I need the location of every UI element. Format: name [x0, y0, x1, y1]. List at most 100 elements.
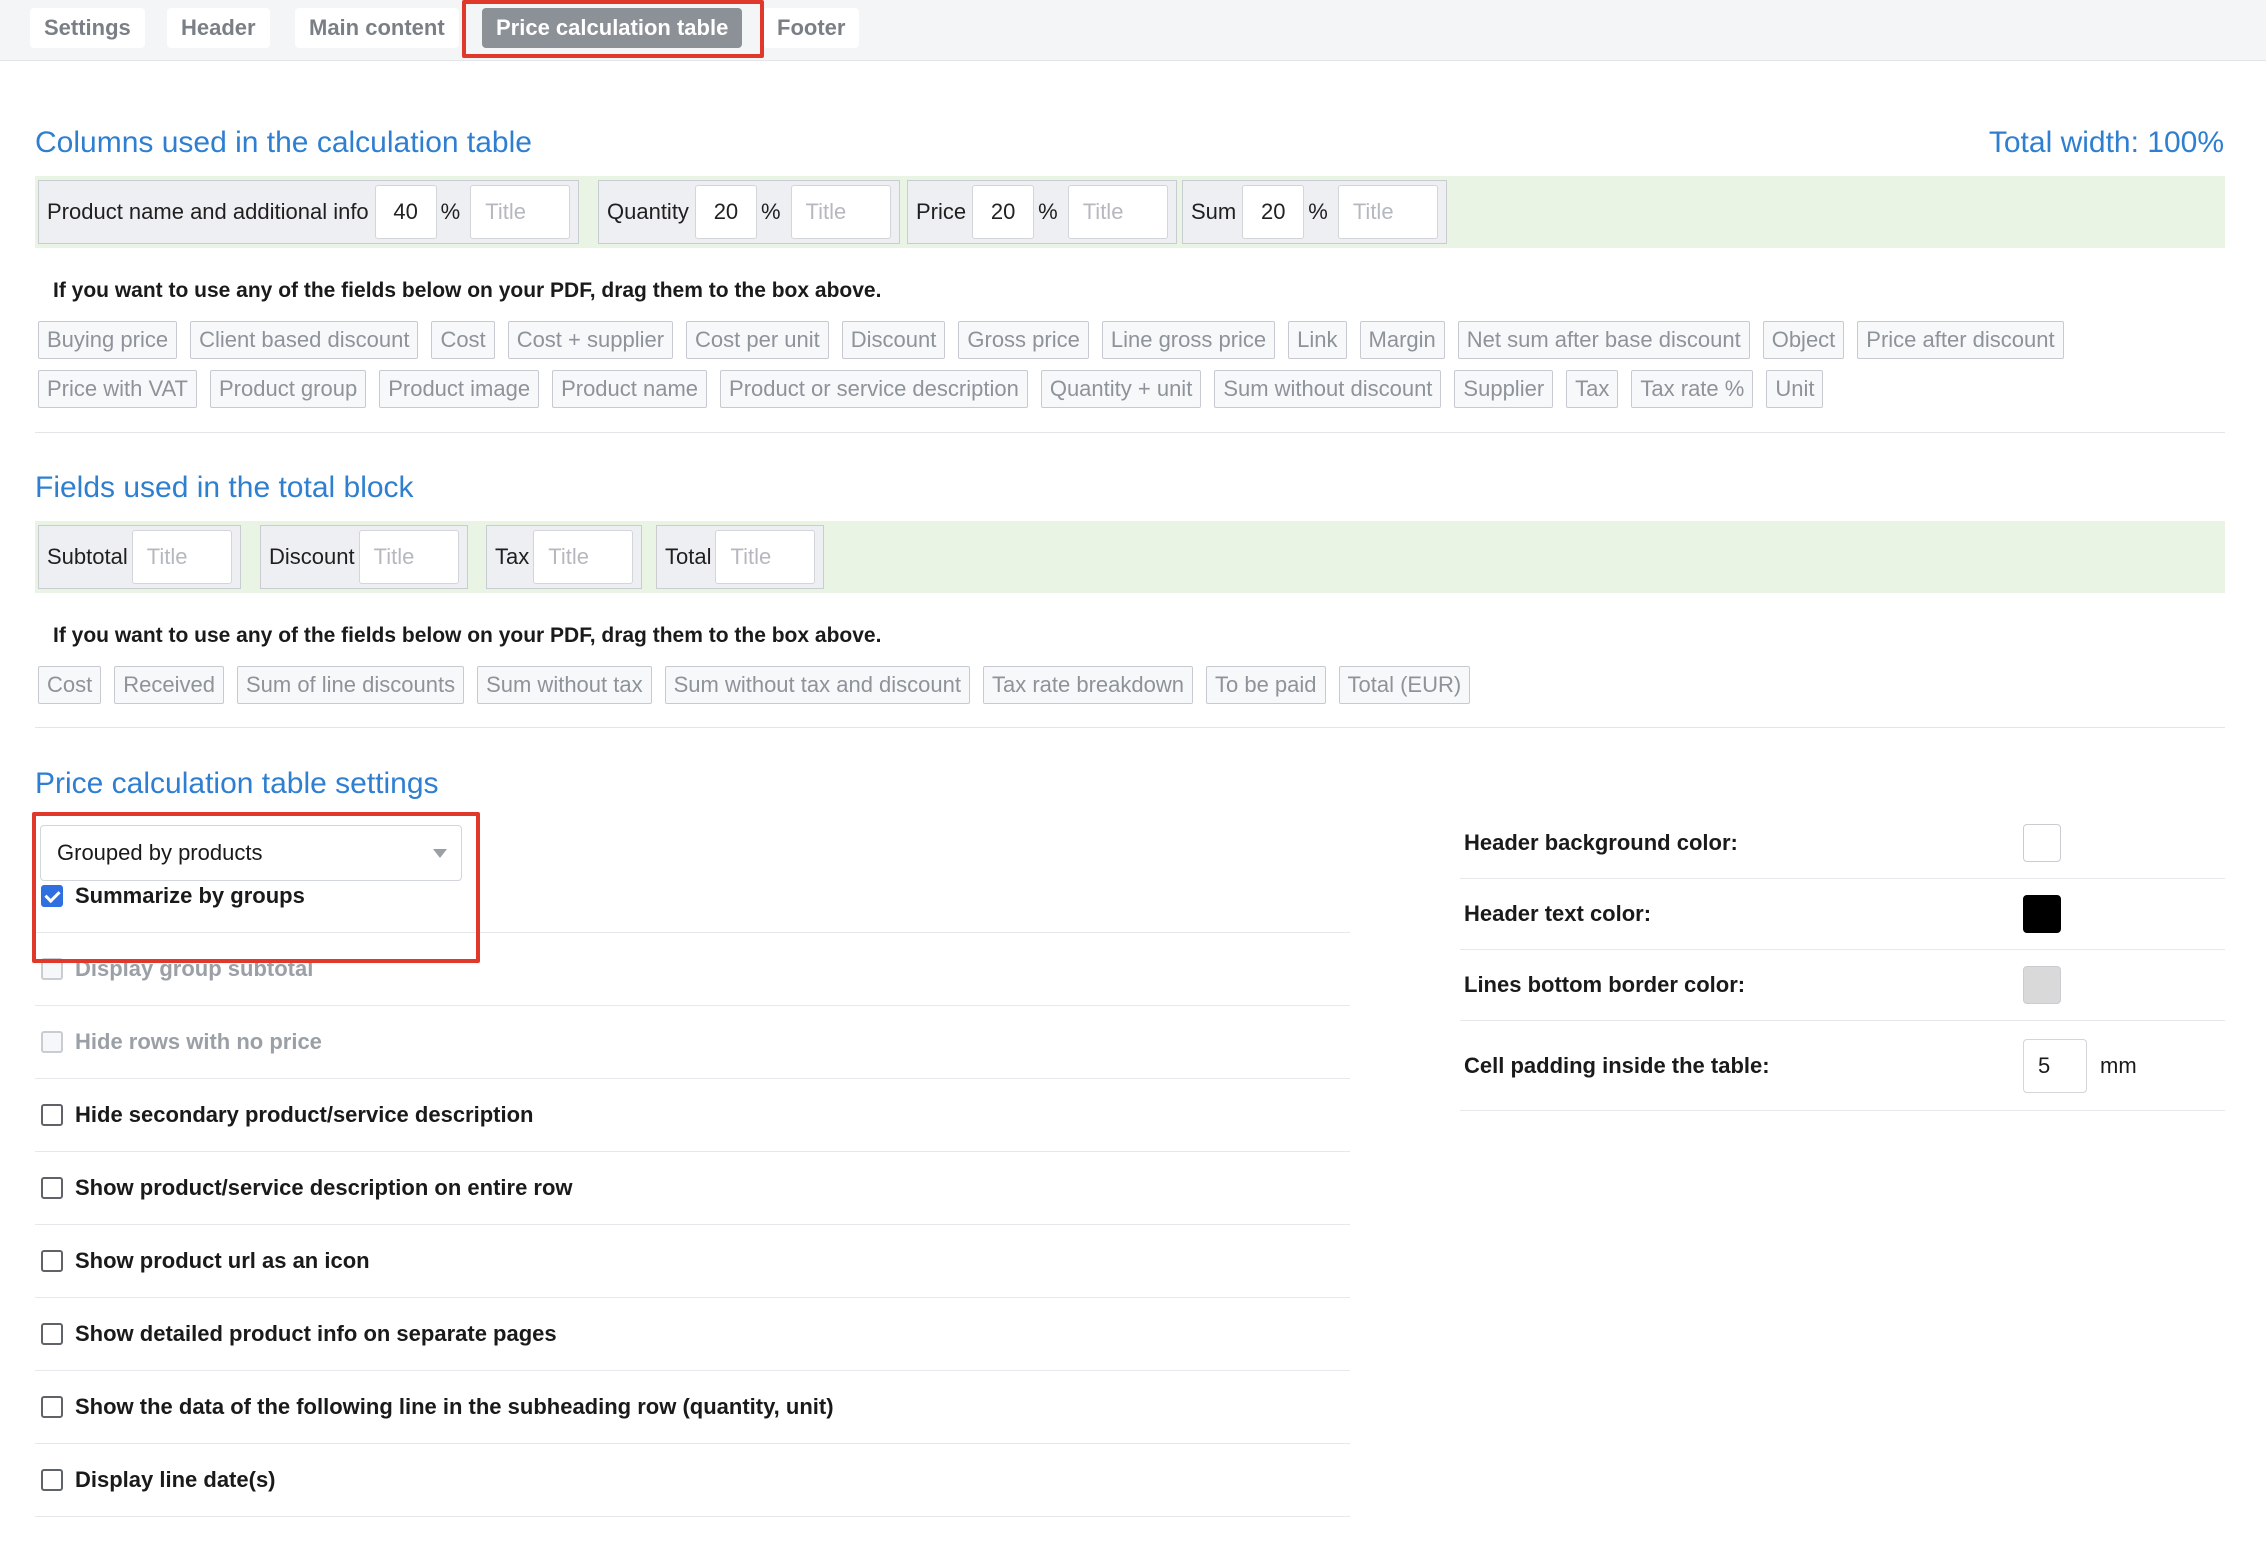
percent-sign: %	[1308, 199, 1328, 224]
total-title-input[interactable]: Title	[131, 530, 232, 584]
tab-footer[interactable]: Footer	[763, 8, 860, 48]
total-field-pill[interactable]: Tax rate breakdown	[982, 666, 1193, 704]
hide-rows-no-price-checkbox	[41, 1031, 63, 1053]
field-pill[interactable]: Link	[1288, 321, 1347, 359]
field-pill[interactable]: Tax rate %	[1631, 370, 1754, 408]
total-title-input[interactable]: Title	[358, 530, 459, 584]
settings-section-heading: Price calculation table settings	[35, 767, 439, 800]
option-label: Hide rows with no price	[75, 1029, 322, 1054]
option-row: Hide rows with no price	[35, 1006, 1350, 1079]
column-title-input[interactable]: Title	[1067, 185, 1168, 239]
field-pill[interactable]: Net sum after base discount	[1457, 321, 1750, 359]
field-pill[interactable]: Product image	[379, 370, 540, 408]
column-label: Quantity	[607, 199, 689, 224]
total-chip-discount[interactable]: Discount Title	[260, 525, 468, 589]
totals-section-heading: Fields used in the total block	[35, 471, 414, 504]
option-label: Show the data of the following line in t…	[75, 1394, 834, 1419]
field-pill[interactable]: Tax	[1566, 370, 1619, 408]
field-pill[interactable]: Line gross price	[1101, 321, 1276, 359]
cell-padding-unit: mm	[2100, 1052, 2137, 1078]
tab-price-calculation-table[interactable]: Price calculation table	[482, 8, 743, 48]
field-pill[interactable]: Gross price	[958, 321, 1089, 359]
field-pill[interactable]: Quantity + unit	[1040, 370, 1202, 408]
product-url-icon-checkbox[interactable]	[41, 1250, 63, 1272]
field-pill[interactable]: Discount	[841, 321, 946, 359]
option-row: Summarize by groups	[35, 860, 1350, 933]
section-divider	[35, 727, 2225, 728]
column-label: Price	[916, 199, 967, 224]
hide-secondary-description-checkbox[interactable]	[41, 1104, 63, 1126]
tab-main-content[interactable]: Main content	[295, 8, 459, 48]
subheading-row-data-checkbox[interactable]	[41, 1396, 63, 1418]
option-row: Display line date(s)	[35, 1444, 1350, 1517]
header-text-color-swatch[interactable]	[2023, 895, 2061, 933]
column-title-input[interactable]: Title	[470, 185, 571, 239]
total-field-label: Total	[665, 544, 712, 569]
column-width-input[interactable]: 20	[694, 185, 757, 239]
total-field-pill[interactable]: Sum without tax	[477, 666, 652, 704]
field-pill[interactable]: Product name	[552, 370, 708, 408]
section-divider	[35, 432, 2225, 433]
field-pill[interactable]: Price with VAT	[38, 370, 197, 408]
total-field-pill[interactable]: Sum of line discounts	[236, 666, 465, 704]
field-pill[interactable]: Client based discount	[190, 321, 419, 359]
lines-border-color-label: Lines bottom border color:	[1464, 972, 1746, 997]
total-field-pill[interactable]: Total (EUR)	[1338, 666, 1471, 704]
field-pill[interactable]: Cost per unit	[686, 321, 829, 359]
cell-padding-input[interactable]: 5	[2023, 1038, 2087, 1093]
columns-dropzone[interactable]: Product name and additional info 40 % Ti…	[35, 176, 2225, 248]
field-pill[interactable]: Object	[1762, 321, 1845, 359]
available-totals-row: Cost Received Sum of line discounts Sum …	[38, 666, 1483, 704]
total-field-label: Tax	[495, 544, 530, 569]
tab-header[interactable]: Header	[167, 8, 270, 48]
option-row: Show detailed product info on separate p…	[35, 1298, 1350, 1371]
header-bg-color-row: Header background color:	[1460, 808, 2225, 879]
total-chip-tax[interactable]: Tax Title	[486, 525, 643, 589]
total-chip-total[interactable]: Total Title	[656, 525, 825, 589]
total-chip-subtotal[interactable]: Subtotal Title	[38, 525, 241, 589]
total-title-input[interactable]: Title	[715, 530, 816, 584]
total-title-input[interactable]: Title	[533, 530, 634, 584]
column-width-input[interactable]: 20	[972, 185, 1035, 239]
field-pill[interactable]: Price after discount	[1857, 321, 2064, 359]
tab-settings[interactable]: Settings	[30, 8, 145, 48]
totals-dropzone[interactable]: Subtotal Title Discount Title Tax Title …	[35, 521, 2225, 593]
detailed-info-separate-pages-checkbox[interactable]	[41, 1323, 63, 1345]
column-width-input[interactable]: 20	[1242, 185, 1305, 239]
column-title-input[interactable]: Title	[1337, 185, 1438, 239]
field-pill[interactable]: Product group	[210, 370, 367, 408]
field-pill[interactable]: Buying price	[38, 321, 178, 359]
column-chip-sum[interactable]: Sum 20 % Title	[1182, 180, 1447, 244]
percent-sign: %	[760, 199, 781, 224]
available-columns-row-1: Buying price Client based discount Cost …	[38, 321, 2077, 359]
field-pill[interactable]: Sum without discount	[1214, 370, 1442, 408]
field-pill[interactable]: Cost + supplier	[507, 321, 674, 359]
lines-border-color-swatch[interactable]	[2023, 966, 2061, 1004]
field-pill[interactable]: Cost	[431, 321, 495, 359]
column-title-input[interactable]: Title	[790, 185, 891, 239]
field-pill[interactable]: Product or service description	[720, 370, 1028, 408]
header-bg-color-swatch[interactable]	[2023, 824, 2061, 862]
column-chip-price[interactable]: Price 20 % Title	[907, 180, 1177, 244]
display-line-dates-checkbox[interactable]	[41, 1469, 63, 1491]
percent-sign: %	[1038, 199, 1058, 224]
column-chip-quantity[interactable]: Quantity 20 % Title	[598, 180, 900, 244]
column-chip-product-name[interactable]: Product name and additional info 40 % Ti…	[38, 180, 580, 244]
column-label: Sum	[1191, 199, 1237, 224]
summarize-by-groups-checkbox[interactable]	[41, 885, 63, 907]
header-bg-color-label: Header background color:	[1464, 830, 1738, 855]
header-text-color-row: Header text color:	[1460, 879, 2225, 950]
field-pill[interactable]: Supplier	[1454, 370, 1554, 408]
column-width-input[interactable]: 40	[374, 185, 437, 239]
total-field-label: Subtotal	[47, 544, 128, 569]
total-field-pill[interactable]: To be paid	[1205, 666, 1326, 704]
total-field-pill[interactable]: Sum without tax and discount	[664, 666, 970, 704]
columns-drag-hint: If you want to use any of the fields bel…	[53, 279, 882, 302]
total-field-pill[interactable]: Received	[114, 666, 224, 704]
total-field-pill[interactable]: Cost	[38, 666, 102, 704]
description-entire-row-checkbox[interactable]	[41, 1177, 63, 1199]
header-text-color-label: Header text color:	[1464, 901, 1652, 926]
field-pill[interactable]: Unit	[1766, 370, 1824, 408]
column-label: Product name and additional info	[47, 199, 369, 224]
field-pill[interactable]: Margin	[1359, 321, 1445, 359]
